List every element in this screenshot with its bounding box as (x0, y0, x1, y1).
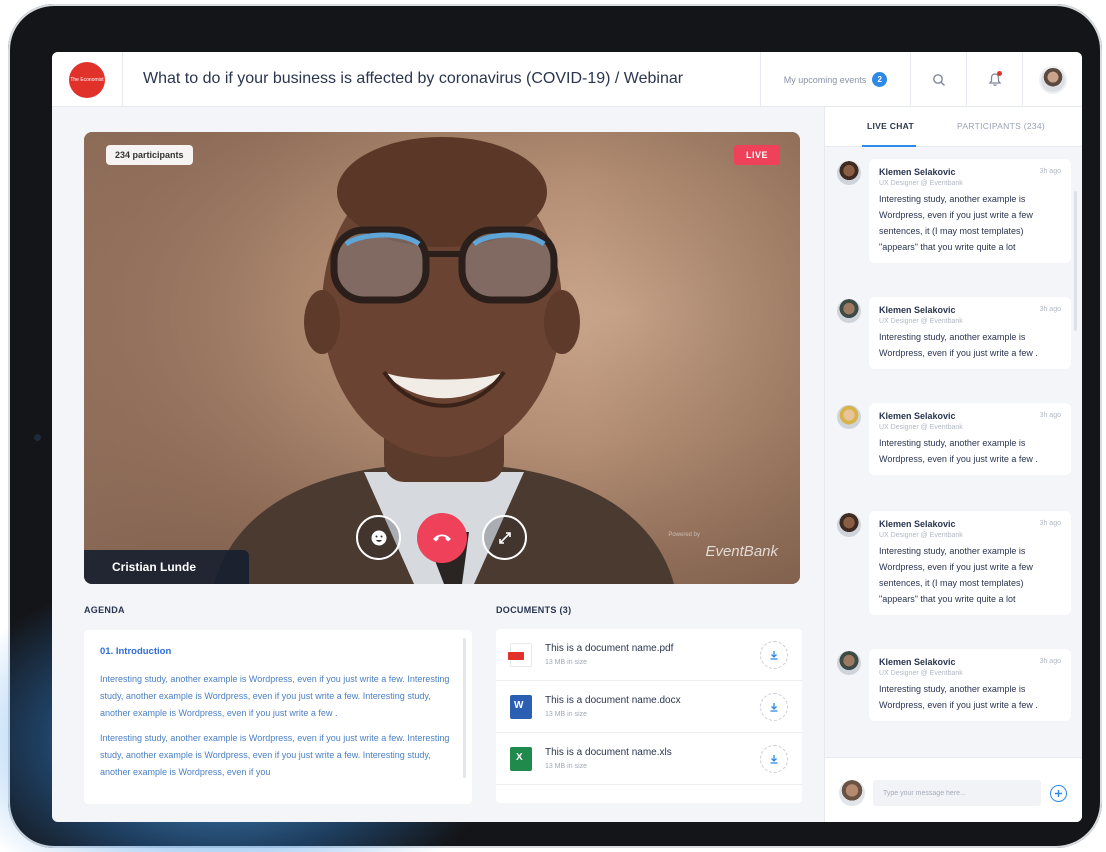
message-bubble: Klemen Selakovic 3h ago UX Designer @ Ev… (869, 649, 1071, 721)
header-divider (122, 52, 123, 107)
app-screen: The Economist What to do if your busines… (52, 52, 1082, 822)
profile-button[interactable] (1022, 52, 1082, 107)
agenda-scrollbar[interactable] (463, 638, 466, 778)
search-button[interactable] (910, 52, 966, 107)
documents-card: This is a document name.pdf 13 MB in siz… (496, 629, 802, 803)
excel-file-icon: X (510, 747, 532, 771)
tab-participants[interactable]: PARTICIPANTS (234) (957, 121, 1045, 131)
upcoming-events-label: My upcoming events (783, 74, 867, 85)
chat-message-input[interactable] (873, 780, 1041, 806)
download-icon (770, 703, 778, 712)
search-icon (932, 73, 945, 86)
page-title: What to do if your business is affected … (143, 70, 684, 87)
word-file-icon: W (510, 695, 532, 719)
message-bubble: Klemen Selakovic 3h ago UX Designer @ Ev… (869, 403, 1071, 475)
message-author-role: UX Designer @ Eventbank (879, 670, 963, 677)
avatar (839, 780, 865, 806)
phone-hangup-icon (433, 534, 451, 542)
message-time: 3h ago (1039, 520, 1061, 527)
notification-dot (997, 71, 1002, 76)
document-name: This is a document name.docx (545, 695, 681, 706)
message-text: Interesting study, another example is Wo… (879, 438, 1038, 464)
message-author: Klemen Selakovic (879, 519, 956, 529)
message-bubble: Klemen Selakovic 3h ago UX Designer @ Ev… (869, 511, 1071, 615)
message-author-role: UX Designer @ Eventbank (879, 424, 963, 431)
agenda-paragraph: Interesting study, another example is Wo… (100, 674, 450, 718)
pdf-file-icon (508, 643, 532, 667)
top-header: The Economist What to do if your busines… (52, 52, 1082, 107)
agenda-label: AGENDA (84, 605, 125, 615)
user-avatar (1038, 65, 1067, 94)
chat-tabs: LIVE CHAT PARTICIPANTS (234) (825, 107, 1082, 147)
documents-label: DOCUMENTS (3) (496, 605, 572, 615)
live-badge: LIVE (733, 145, 780, 165)
message-bubble: Klemen Selakovic 3h ago UX Designer @ Ev… (869, 297, 1071, 369)
speaker-name-tag: Cristian Lunde (84, 550, 249, 584)
emoji-icon (371, 530, 386, 545)
eventbank-watermark: EventBank (705, 543, 778, 560)
tablet-frame: The Economist What to do if your busines… (0, 4, 1102, 852)
document-row[interactable]: X This is a document name.xls 13 MB in s… (496, 733, 802, 785)
powered-by-label: Powered by (668, 532, 700, 538)
message-time: 3h ago (1039, 658, 1061, 665)
chat-panel: LIVE CHAT PARTICIPANTS (234) Klemen Sela… (824, 107, 1082, 822)
message-author: Klemen Selakovic (879, 657, 956, 667)
download-icon (770, 755, 778, 764)
message-time: 3h ago (1039, 412, 1061, 419)
document-name: This is a document name.pdf (545, 643, 674, 654)
notifications-button[interactable] (966, 52, 1022, 107)
tab-live-chat[interactable]: LIVE CHAT (867, 121, 914, 131)
plus-icon (1055, 790, 1062, 797)
agenda-item-title[interactable]: 01. Introduction (100, 646, 450, 657)
download-button[interactable] (760, 693, 788, 721)
document-size: 13 MB in size (545, 711, 588, 718)
send-message-button[interactable] (1050, 785, 1067, 802)
brand-logo-text: The Economist (70, 77, 104, 83)
download-button[interactable] (760, 641, 788, 669)
message-author: Klemen Selakovic (879, 305, 956, 315)
avatar (837, 405, 861, 429)
upcoming-events-button[interactable]: My upcoming events 2 (760, 52, 910, 107)
download-icon (770, 651, 778, 660)
document-size: 13 MB in size (545, 659, 588, 666)
message-author-role: UX Designer @ Eventbank (879, 532, 963, 539)
video-stage[interactable]: 234 participants LIVE Cristian Lunde Pow… (84, 132, 800, 584)
message-text: Interesting study, another example is Wo… (879, 194, 1033, 252)
message-author-role: UX Designer @ Eventbank (879, 318, 963, 325)
avatar (837, 651, 861, 675)
reaction-button[interactable] (356, 515, 401, 560)
download-button[interactable] (760, 745, 788, 773)
message-bubble: Klemen Selakovic 3h ago UX Designer @ Ev… (869, 159, 1071, 263)
chat-composer (825, 757, 1082, 822)
document-name: This is a document name.xls (545, 747, 672, 758)
fullscreen-button[interactable] (482, 515, 527, 560)
chat-message-list[interactable]: Klemen Selakovic 3h ago UX Designer @ Ev… (825, 147, 1082, 757)
message-time: 3h ago (1039, 306, 1061, 313)
end-call-button[interactable] (417, 513, 467, 563)
upcoming-events-count-badge: 2 (872, 72, 888, 87)
message-author: Klemen Selakovic (879, 411, 956, 421)
participants-count-chip: 234 participants (106, 145, 193, 165)
message-text: Interesting study, another example is Wo… (879, 684, 1038, 710)
message-author: Klemen Selakovic (879, 167, 956, 177)
message-time: 3h ago (1039, 168, 1061, 175)
brand-logo[interactable]: The Economist (69, 62, 105, 98)
document-row[interactable]: This is a document name.pdf 13 MB in siz… (496, 629, 802, 681)
document-size: 13 MB in size (545, 763, 588, 770)
camera-dot (34, 434, 41, 441)
chat-scrollbar[interactable] (1074, 191, 1077, 331)
avatar (837, 513, 861, 537)
document-row[interactable]: W This is a document name.docx 13 MB in … (496, 681, 802, 733)
message-text: Interesting study, another example is Wo… (879, 332, 1038, 358)
agenda-card: 01. Introduction Interesting study, anot… (84, 630, 472, 804)
message-text: Interesting study, another example is Wo… (879, 546, 1033, 604)
expand-icon (498, 531, 511, 544)
agenda-paragraph: Interesting study, another example is Wo… (100, 733, 450, 777)
avatar (837, 161, 861, 185)
avatar (837, 299, 861, 323)
message-author-role: UX Designer @ Eventbank (879, 180, 963, 187)
